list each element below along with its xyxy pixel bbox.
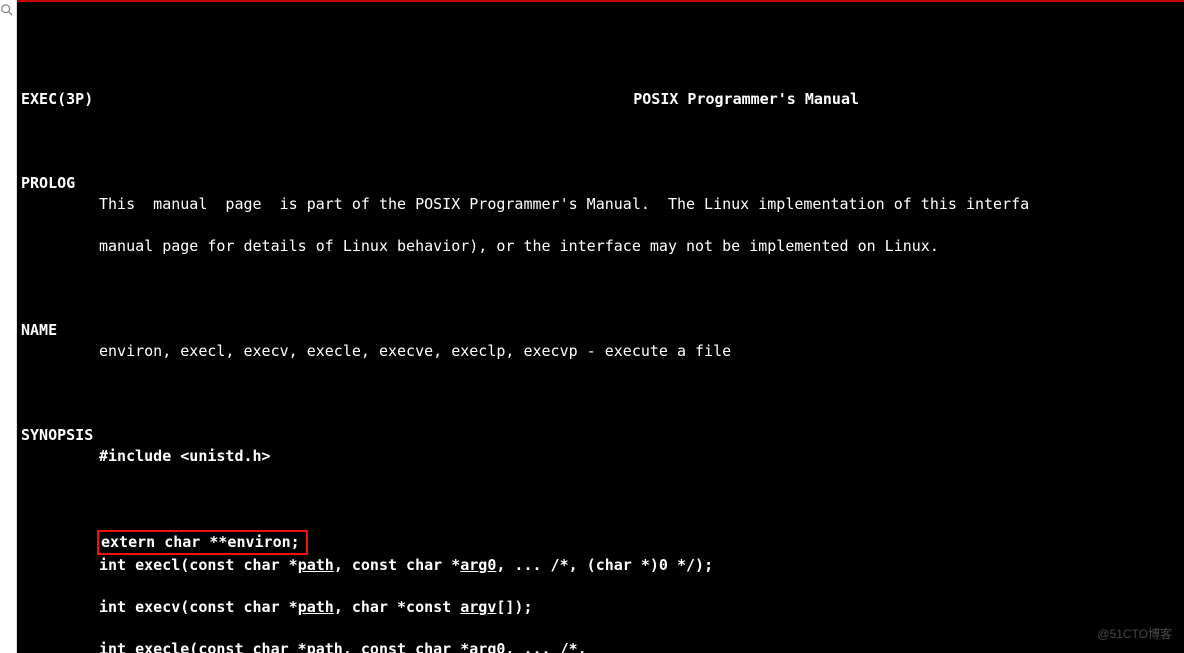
header-left: EXEC(3P) [21, 89, 93, 110]
prolog-line2: manual page for details of Linux behavio… [21, 236, 1184, 257]
synopsis-execl: int execl(const char *path, const char *… [21, 555, 1184, 576]
synopsis-execle: int execle(const char *path, const char … [21, 639, 1184, 653]
name-line: environ, execl, execv, execle, execve, e… [21, 341, 1184, 362]
synopsis-execv: int execv(const char *path, char *const … [21, 597, 1184, 618]
left-gutter [0, 0, 17, 653]
synopsis-include: #include <unistd.h> [21, 446, 1184, 467]
highlight-text: extern char **environ; [101, 533, 300, 551]
manpage-terminal: EXEC(3P)POSIX Programmer's Manual PROLOG… [17, 0, 1184, 653]
section-synopsis: SYNOPSIS [21, 426, 93, 444]
highlight-extern-environ: extern char **environ; [97, 530, 308, 555]
watermark: @51CTO博客 [1097, 624, 1172, 645]
section-name: NAME [21, 321, 57, 339]
section-prolog: PROLOG [21, 174, 75, 192]
header-center: POSIX Programmer's Manual [93, 89, 1184, 110]
search-icon [0, 2, 14, 16]
prolog-line1: This manual page is part of the POSIX Pr… [21, 194, 1184, 215]
top-red-bar [17, 0, 1184, 2]
manpage-header: EXEC(3P)POSIX Programmer's Manual [21, 89, 1184, 110]
